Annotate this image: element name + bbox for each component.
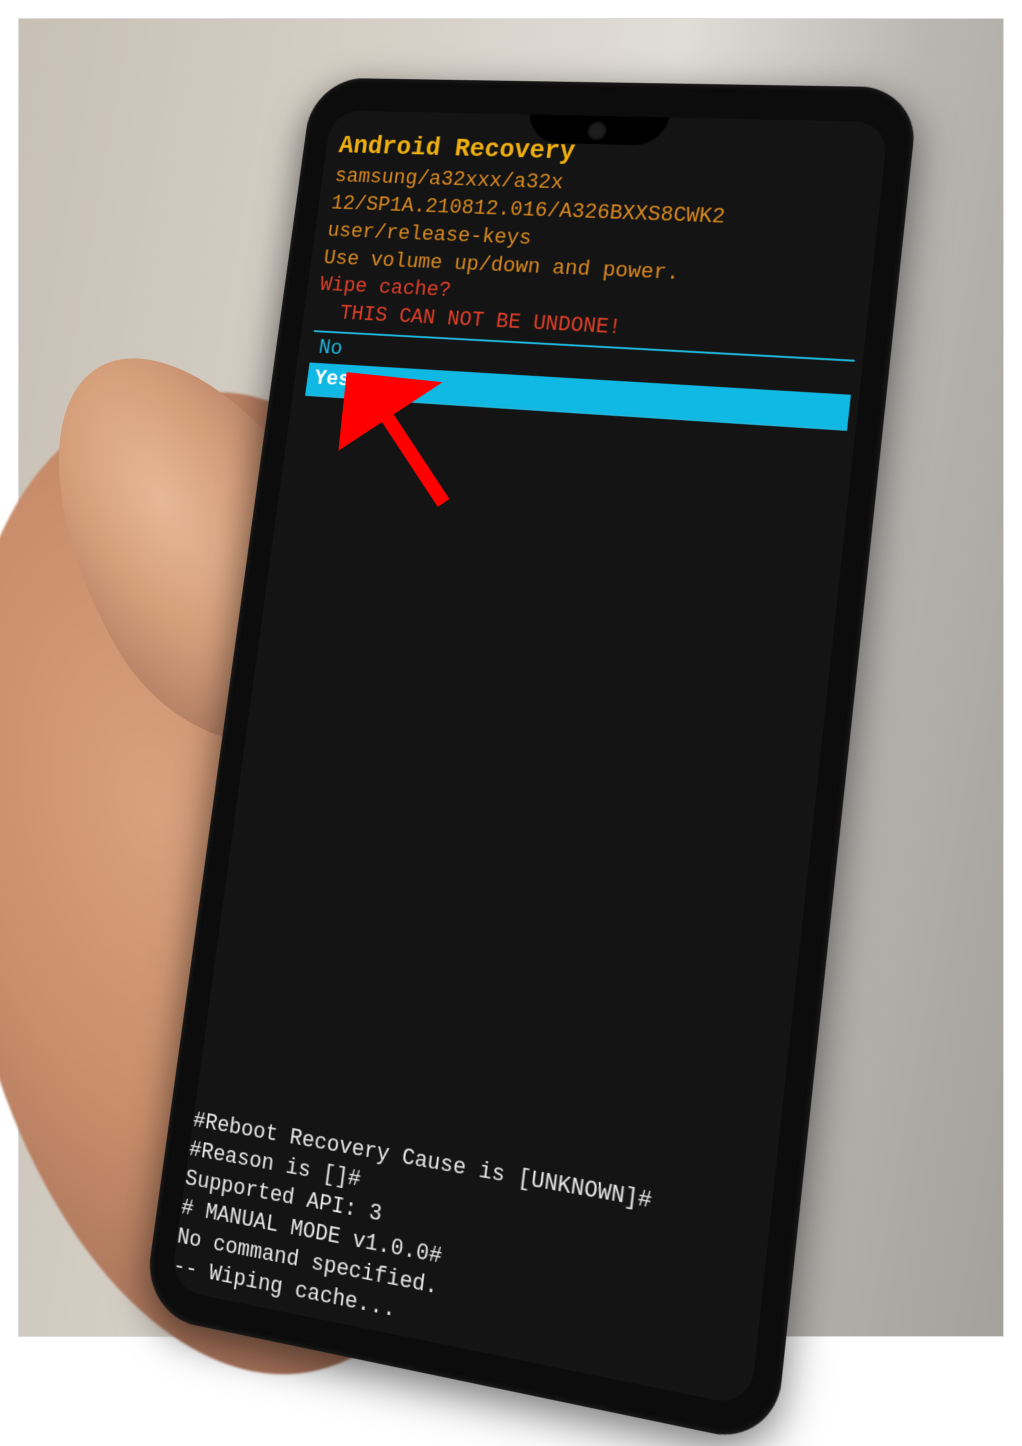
recovery-screen: Android Recovery samsung/a32xxx/a32x 12/… <box>170 110 888 1407</box>
phone-body: Android Recovery samsung/a32xxx/a32x 12/… <box>143 78 920 1446</box>
photo-frame: Android Recovery samsung/a32xxx/a32x 12/… <box>18 18 1004 1337</box>
phone-screen: Android Recovery samsung/a32xxx/a32x 12/… <box>170 110 888 1407</box>
